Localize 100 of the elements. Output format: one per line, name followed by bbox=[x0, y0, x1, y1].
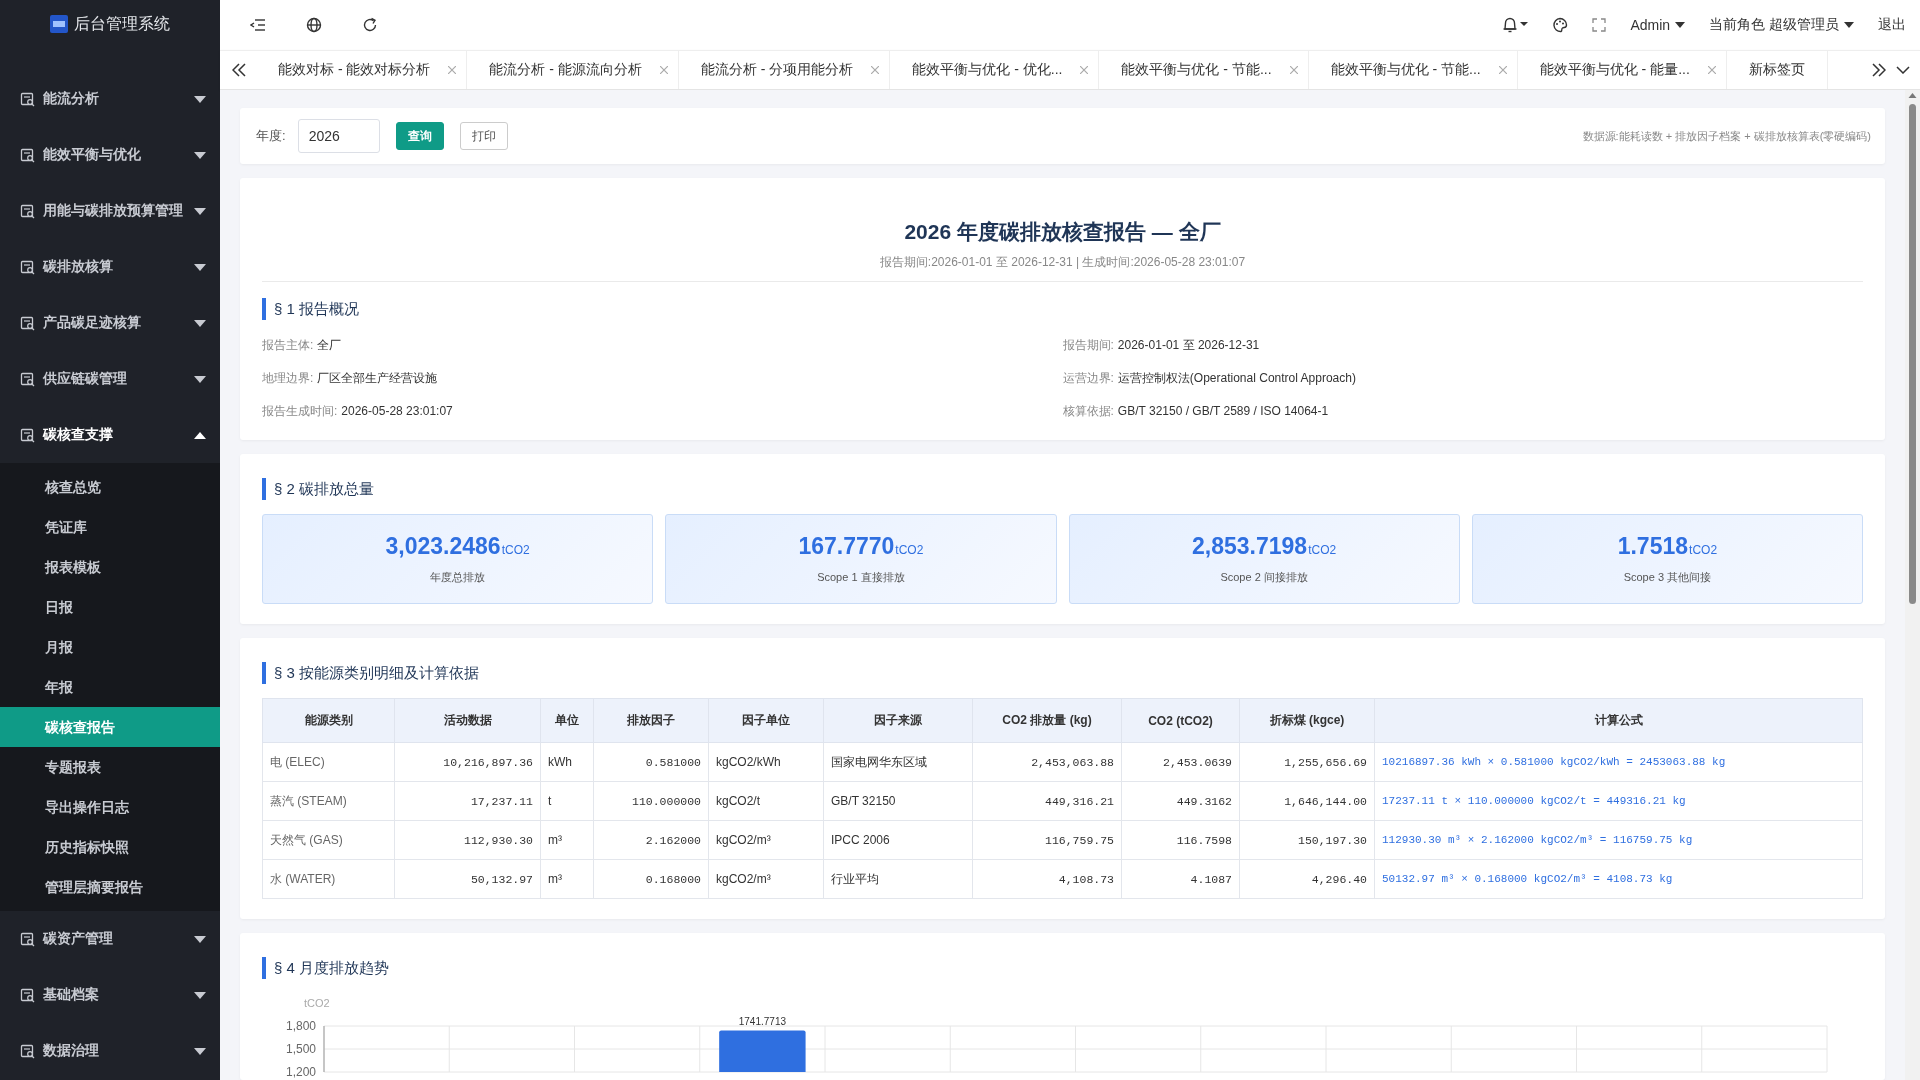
table-cell: kgCO2/m³ bbox=[708, 859, 824, 899]
tab[interactable]: 能流分析 - 分项用能分析 bbox=[678, 51, 891, 89]
field-value: 厂区全部生产经营设施 bbox=[317, 371, 438, 385]
menu-label: 碳资产管理 bbox=[43, 930, 114, 948]
table-cell: 112,930.30 bbox=[394, 820, 541, 860]
submenu-item[interactable]: 核查总览 bbox=[0, 467, 220, 507]
field-label: 核算依据: bbox=[1062, 404, 1114, 418]
menu-item[interactable]: 碳排放核算 bbox=[0, 239, 220, 295]
section-heading: § 2 碳排放总量 bbox=[262, 478, 1863, 500]
stat-value: 167.7770 bbox=[798, 533, 895, 559]
report-title: 2026 年度碳排放核查报告 — 全厂 bbox=[903, 219, 1222, 245]
menu-item[interactable]: 碳核查支撑 bbox=[0, 407, 220, 463]
table-cell: 2.162000 bbox=[593, 820, 709, 860]
menu-item[interactable]: 能流分析 bbox=[0, 71, 220, 127]
menu-label: 碳排放核算 bbox=[43, 258, 114, 276]
menu-label: 用能与碳排放预算管理 bbox=[43, 202, 184, 220]
field-label: 运营边界: bbox=[1062, 371, 1114, 385]
print-button[interactable]: 打印 bbox=[459, 122, 508, 150]
close-icon[interactable] bbox=[1498, 66, 1507, 74]
close-icon[interactable] bbox=[871, 66, 880, 74]
menu-item[interactable]: 用能与碳排放预算管理 bbox=[0, 183, 220, 239]
column-header: 能源类别 bbox=[262, 698, 395, 743]
tab[interactable]: 能效对标 - 能效对标分析 bbox=[256, 51, 468, 89]
field-value: 2026-01-01 至 2026-12-31 bbox=[1117, 338, 1260, 352]
year-field[interactable]: 2026 bbox=[297, 119, 380, 153]
formula-cell: 50132.97 m³ × 0.168000 kgCO2/m³ = 4108.73 kg bbox=[1374, 859, 1863, 899]
tick-label: 1,200 bbox=[285, 1065, 316, 1079]
scrollbar[interactable] bbox=[1905, 90, 1920, 1080]
close-icon[interactable] bbox=[659, 66, 668, 74]
tab[interactable]: 能效平衡与优化 - 优化... bbox=[890, 51, 1100, 89]
submenu-item[interactable]: 报表模板 bbox=[0, 547, 220, 587]
menu-item[interactable]: 产品碳足迹核算 bbox=[0, 295, 220, 351]
tab-label: 能效平衡与优化 - 节能... bbox=[1330, 61, 1481, 79]
app-title: 后台管理系统 bbox=[74, 13, 170, 34]
bell-icon[interactable] bbox=[1502, 16, 1529, 34]
table-cell: 1,646,144.00 bbox=[1239, 781, 1375, 821]
column-header: 折标煤 (kgce) bbox=[1239, 698, 1375, 743]
field-value: 全厂 bbox=[317, 338, 342, 352]
menu-item[interactable]: 基础档案 bbox=[0, 967, 220, 1023]
caret-icon bbox=[1675, 22, 1686, 28]
menu-item[interactable]: 数据治理 bbox=[0, 1023, 220, 1079]
table-cell: 110.000000 bbox=[593, 781, 709, 821]
menu-label: 供应链碳管理 bbox=[43, 370, 128, 388]
scroll-left-icon[interactable] bbox=[232, 63, 246, 77]
menu-icon bbox=[20, 427, 35, 443]
submenu-item[interactable]: 日报 bbox=[0, 587, 220, 627]
refresh-icon[interactable] bbox=[362, 17, 378, 33]
submenu-item[interactable]: 管理层摘要报告 bbox=[0, 867, 220, 907]
submenu-item[interactable]: 导出操作日志 bbox=[0, 787, 220, 827]
stat-unit: tCO2 bbox=[501, 543, 530, 557]
close-icon[interactable] bbox=[1080, 66, 1089, 74]
column-header: 单位 bbox=[540, 698, 594, 743]
tab[interactable]: 能效平衡与优化 - 节能... bbox=[1099, 51, 1309, 89]
table-cell: 449.3162 bbox=[1121, 781, 1240, 821]
tick-label: 1,800 bbox=[285, 1019, 316, 1033]
formula-cell: 112930.30 m³ × 2.162000 kgCO2/m³ = 116759.75 kg bbox=[1374, 820, 1863, 860]
table-cell: 2,453.0639 bbox=[1121, 742, 1240, 782]
table-cell: 116,759.75 bbox=[972, 820, 1122, 860]
table-cell: kWh bbox=[540, 742, 594, 782]
user-menu[interactable]: Admin bbox=[1630, 17, 1686, 33]
field-label: 报告生成时间: bbox=[262, 404, 338, 418]
stat-value: 2,853.7198 bbox=[1192, 533, 1308, 559]
globe-icon[interactable] bbox=[306, 17, 322, 33]
data-label: 1741.7713 bbox=[738, 1016, 786, 1028]
tab-label: 能流分析 - 能源流向分析 bbox=[489, 61, 642, 79]
tab[interactable]: 能效平衡与优化 - 能量... bbox=[1517, 51, 1727, 89]
stat-unit: tCO2 bbox=[1689, 543, 1718, 557]
menu-icon bbox=[20, 1043, 35, 1059]
table-cell: 4,108.73 bbox=[972, 859, 1122, 899]
fullscreen-icon[interactable] bbox=[1592, 18, 1607, 32]
tab[interactable]: 能效平衡与优化 - 节能... bbox=[1308, 51, 1518, 89]
tab[interactable]: 能流分析 - 能源流向分析 bbox=[467, 51, 679, 89]
column-header: CO2 排放量 (kg) bbox=[972, 698, 1122, 743]
year-label: 年度: bbox=[256, 127, 286, 145]
table-cell: 行业平均 bbox=[823, 859, 973, 899]
menu-item[interactable]: 碳资产管理 bbox=[0, 911, 220, 967]
formula-cell: 10216897.36 kWh × 0.581000 kgCO2/kWh = 2453063.88 kg bbox=[1374, 742, 1863, 782]
tab-label: 新标签页 bbox=[1748, 61, 1805, 79]
section-heading: § 1 报告概况 bbox=[262, 298, 1863, 320]
submenu-item[interactable]: 月报 bbox=[0, 627, 220, 667]
submenu-item[interactable]: 历史指标快照 bbox=[0, 827, 220, 867]
chevron-down-icon[interactable] bbox=[1896, 66, 1910, 74]
submenu-item[interactable]: 凭证库 bbox=[0, 507, 220, 547]
menu-icon[interactable] bbox=[250, 18, 266, 32]
column-header: 计算公式 bbox=[1374, 698, 1863, 743]
scroll-right-icon[interactable] bbox=[1872, 63, 1886, 77]
submenu-item[interactable]: 专题报表 bbox=[0, 747, 220, 787]
close-icon[interactable] bbox=[1707, 66, 1716, 74]
tab[interactable]: 新标签页 bbox=[1726, 51, 1828, 89]
menu-item[interactable]: 供应链碳管理 bbox=[0, 351, 220, 407]
palette-icon[interactable] bbox=[1552, 17, 1569, 33]
menu-item[interactable]: 能效平衡与优化 bbox=[0, 127, 220, 183]
menu-label: 基础档案 bbox=[43, 986, 100, 1004]
submenu-item[interactable]: 年报 bbox=[0, 667, 220, 707]
close-icon[interactable] bbox=[448, 66, 457, 74]
logout-link[interactable]: 退出 bbox=[1878, 16, 1906, 34]
close-icon[interactable] bbox=[1289, 66, 1298, 74]
menu-label: 能流分析 bbox=[43, 90, 100, 108]
field-label: 报告期间: bbox=[1062, 338, 1114, 352]
menu-icon bbox=[20, 987, 35, 1003]
